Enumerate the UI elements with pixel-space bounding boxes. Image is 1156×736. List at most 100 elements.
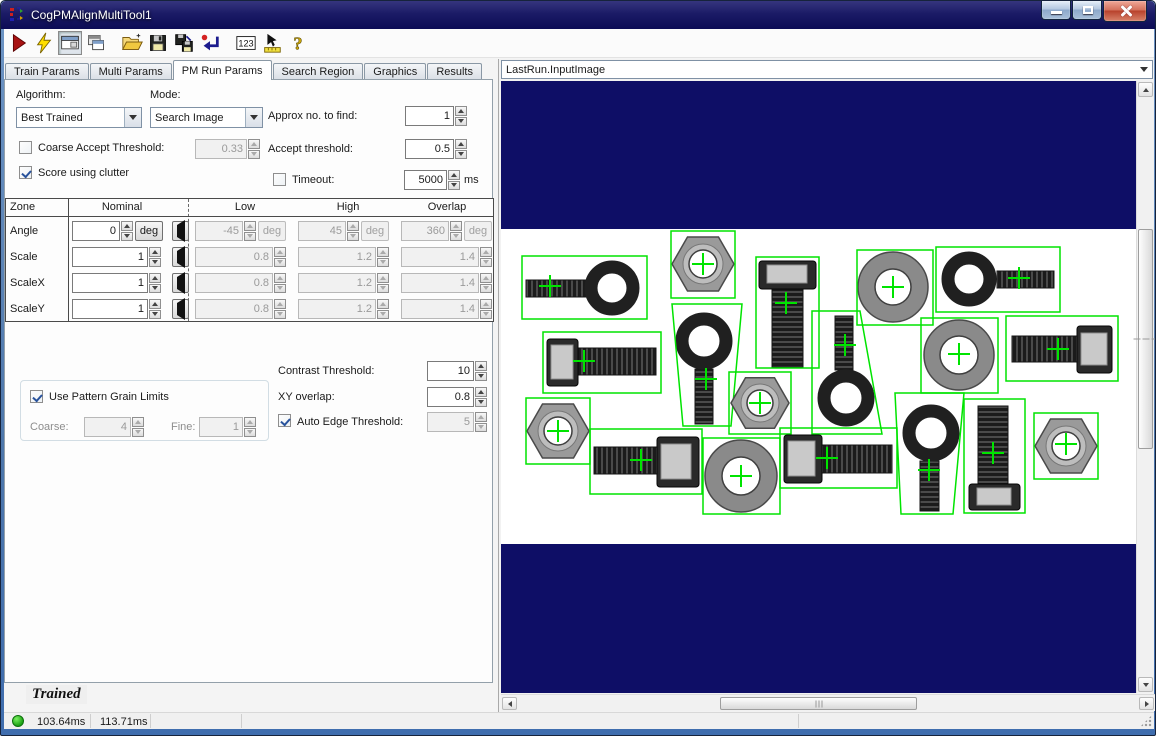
input-image-display[interactable] <box>501 81 1136 693</box>
algorithm-select[interactable]: Best Trained <box>16 107 142 128</box>
scaley-overlap-spinner: 1.4 <box>401 299 492 319</box>
spin-down[interactable] <box>455 117 467 127</box>
window-body: 123 ? Train Params Multi Params PM Run P… <box>4 29 1154 729</box>
accept-threshold-spinner[interactable]: 0.5 <box>405 139 467 159</box>
horizontal-scrollbar[interactable] <box>501 694 1155 711</box>
save-multiple-icon <box>174 33 194 53</box>
angle-row-label: Angle <box>10 225 38 237</box>
vertical-scroll-thumb[interactable] <box>1138 229 1153 449</box>
scroll-left-button[interactable] <box>502 697 517 710</box>
grain-limits-checkbox[interactable] <box>30 390 43 403</box>
pointer-measure-button[interactable] <box>260 31 284 55</box>
scale-expand-button[interactable] <box>172 247 189 267</box>
window: CogPMAlignMultiTool1 <box>0 0 1156 736</box>
spin-up[interactable] <box>455 106 467 116</box>
svg-text:?: ? <box>293 33 302 53</box>
scroll-up-button[interactable] <box>1138 82 1153 97</box>
reset-button[interactable] <box>198 31 222 55</box>
tab-results[interactable]: Results <box>427 63 482 80</box>
scale-row-label: Scale <box>10 251 38 263</box>
scalex-overlap-spinner: 1.4 <box>401 273 492 293</box>
scroll-down-button[interactable] <box>1138 677 1153 692</box>
clutter-checkbox[interactable] <box>19 166 32 179</box>
open-file-button[interactable] <box>120 31 144 55</box>
total-time: 113.71ms <box>100 716 148 728</box>
reset-arrow-icon <box>199 32 221 54</box>
scalex-nominal-spinner[interactable]: 1 <box>72 273 161 293</box>
timeout-unit-label: ms <box>464 174 479 186</box>
angle-low-deg-button: deg <box>258 221 286 241</box>
horizontal-scroll-thumb[interactable] <box>720 697 917 710</box>
scale-overlap-spinner: 1.4 <box>401 247 492 267</box>
electric-run-button[interactable] <box>32 31 56 55</box>
contrast-spinner[interactable]: 10 <box>427 361 487 381</box>
coarse-accept-spinner: 0.33 <box>195 139 260 159</box>
image-panel: LastRun.InputImage <box>498 59 1154 724</box>
scalex-row-label: ScaleX <box>10 277 45 289</box>
save-images-button[interactable] <box>172 31 196 55</box>
angle-overlap-deg-button: deg <box>464 221 492 241</box>
low-header: Low <box>195 201 295 213</box>
coarse-label: Coarse: <box>30 421 69 433</box>
pointer-ruler-icon <box>261 32 283 54</box>
status-bar: 103.64ms 113.71ms <box>4 712 1154 729</box>
fine-spinner: 1 <box>199 417 256 437</box>
timeout-label: Timeout: <box>292 174 334 186</box>
scale-nominal-spinner[interactable]: 1 <box>72 247 161 267</box>
image-selector[interactable]: LastRun.InputImage <box>501 60 1153 79</box>
title-bar[interactable]: CogPMAlignMultiTool1 <box>1 1 1155 29</box>
approx-spinner[interactable]: 1 <box>405 106 467 126</box>
run-time: 103.64ms <box>37 716 85 728</box>
lightning-icon <box>33 32 55 54</box>
angle-expand-button[interactable] <box>172 221 189 241</box>
high-header: High <box>298 201 398 213</box>
close-icon <box>1120 5 1132 17</box>
run-button[interactable] <box>6 31 30 55</box>
vertical-scrollbar[interactable] <box>1136 81 1154 693</box>
xy-overlap-spinner[interactable]: 0.8 <box>427 387 487 407</box>
fine-label: Fine: <box>171 421 195 433</box>
image-selector-value: LastRun.InputImage <box>502 64 1135 76</box>
minimize-button[interactable] <box>1041 1 1071 20</box>
angle-low-spinner: -45 <box>195 221 256 241</box>
maximize-icon <box>1083 6 1093 14</box>
show-datagrid-button[interactable]: 123 <box>234 31 258 55</box>
timeout-spinner[interactable]: 5000 <box>404 170 460 190</box>
nominal-header: Nominal <box>72 201 172 213</box>
tab-graphics[interactable]: Graphics <box>364 63 426 80</box>
timeout-checkbox[interactable] <box>273 173 286 186</box>
maximize-button[interactable] <box>1072 1 1102 20</box>
angle-overlap-spinner: 360 <box>401 221 462 241</box>
xy-overlap-label: XY overlap: <box>278 391 335 403</box>
close-button[interactable] <box>1103 1 1147 22</box>
show-image-pane-button[interactable] <box>58 31 82 55</box>
input-image <box>501 81 1136 693</box>
approx-label: Approx no. to find: <box>268 110 357 122</box>
coarse-accept-checkbox[interactable] <box>19 141 32 154</box>
tab-train-params[interactable]: Train Params <box>5 63 89 80</box>
grain-limits-group: Use Pattern Grain Limits Coarse: 4 Fine:… <box>20 380 269 441</box>
auto-edge-label: Auto Edge Threshold: <box>297 416 403 428</box>
float-pane-icon <box>86 33 106 53</box>
window-title: CogPMAlignMultiTool1 <box>31 8 152 22</box>
angle-nominal-spinner[interactable]: 0 <box>72 221 133 241</box>
image-selector-dropdown-icon[interactable] <box>1135 61 1152 78</box>
angle-deg-button[interactable]: deg <box>135 221 163 241</box>
coarse-spinner: 4 <box>84 417 144 437</box>
mode-select[interactable]: Search Image <box>150 107 263 128</box>
tab-search-region[interactable]: Search Region <box>273 63 364 80</box>
resize-grip[interactable] <box>1140 715 1152 727</box>
scroll-right-button[interactable] <box>1139 697 1154 710</box>
scalex-expand-button[interactable] <box>172 273 189 293</box>
help-button[interactable]: ? <box>286 31 310 55</box>
tab-pm-run-params[interactable]: PM Run Params <box>173 60 272 80</box>
scaley-expand-button[interactable] <box>172 299 189 319</box>
scaley-nominal-spinner[interactable]: 1 <box>72 299 161 319</box>
auto-edge-checkbox[interactable] <box>278 414 291 427</box>
save-file-button[interactable] <box>146 31 170 55</box>
mode-dropdown-icon[interactable] <box>245 108 262 127</box>
float-image-pane-button[interactable] <box>84 31 108 55</box>
clutter-label: Score using clutter <box>38 167 129 179</box>
tab-multi-params[interactable]: Multi Params <box>90 63 172 80</box>
algorithm-dropdown-icon[interactable] <box>124 108 141 127</box>
